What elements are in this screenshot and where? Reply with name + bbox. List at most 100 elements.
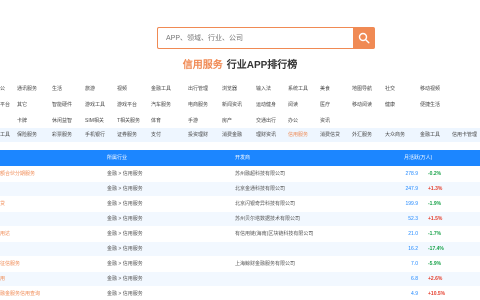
category-link[interactable]: 汽车服务 — [151, 98, 171, 112]
category-link[interactable]: 旅游 — [85, 82, 95, 96]
app-name[interactable]: 贷 — [0, 197, 5, 211]
app-name[interactable]: 用达 — [0, 227, 10, 241]
category-link[interactable]: 资讯 — [320, 114, 330, 128]
app-developer[interactable]: 有信用链(海南)区块链科技有限公司 — [235, 227, 313, 241]
category-link[interactable]: 休闲益智 — [52, 114, 72, 128]
category-link[interactable]: 消费信贷 — [320, 128, 340, 142]
monthly-active-value: 278.9 — [405, 171, 418, 177]
category-link[interactable]: 地图导航 — [352, 82, 372, 96]
app-category: 金融 > 信用服务 — [107, 261, 143, 267]
table-row[interactable]: 额合伙分期服务 金融 > 信用服务 苏州融超科技有限公司 278.9 -0.2% — [0, 167, 480, 181]
change-percent: +1.5% — [428, 216, 443, 222]
category-link[interactable]: 运动健身 — [256, 98, 276, 112]
category-link[interactable]: 金融工具 — [151, 82, 171, 96]
category-row: 平台 其它 智能硬件 游戏工具 游戏平台 汽车服务 电商服务 新闻资讯 运动健身 阅读 医疗 移动阅读… — [0, 98, 480, 112]
search-bar — [157, 27, 375, 49]
category-link[interactable]: 智能硬件 — [52, 98, 72, 112]
category-link[interactable]: 卡牌 — [17, 114, 27, 128]
header-category: 所属行业 — [107, 155, 128, 161]
category-link[interactable]: 交通出行 — [256, 114, 276, 128]
category-link[interactable]: 医疗 — [320, 98, 330, 112]
change-percent: +1.3% — [428, 186, 443, 192]
change-percent: -0.2% — [428, 171, 442, 177]
app-developer[interactable]: 苏州融超科技有限公司 — [235, 167, 285, 181]
category-link[interactable]: 大众商务 — [385, 128, 405, 142]
table-row[interactable]: 征信服务 金融 > 信用服务 上海鲸财金融服务有限公司 7.0 -5.9% — [0, 257, 480, 271]
category-link[interactable]: 金融工具 — [420, 128, 440, 142]
monthly-active-value: 52.3 — [408, 216, 418, 222]
app-developer[interactable]: 上海鲸财金融服务有限公司 — [235, 257, 295, 271]
app-developer[interactable]: 北京闪银奇异科技有限公司 — [235, 197, 295, 211]
category-link[interactable]: 工具 — [0, 128, 10, 142]
change-percent: -1.9% — [428, 201, 442, 207]
category-link[interactable]: 信用卡管理 — [452, 128, 477, 142]
app-developer[interactable]: 北京金通科技有限公司 — [235, 182, 285, 196]
table-row[interactable]: 融金服务信用查询 金融 > 信用服务 4.9 +10.5% — [0, 287, 480, 300]
category-link[interactable]: 信用服务 — [288, 128, 308, 142]
category-link[interactable]: 通讯服务 — [17, 82, 37, 96]
monthly-active-value: 4.9 — [411, 291, 418, 297]
app-name[interactable]: 用 — [0, 272, 5, 286]
category-link[interactable]: 外汇服务 — [352, 128, 372, 142]
category-link[interactable]: 支付 — [151, 128, 161, 142]
app-developer[interactable]: 苏州贝尔塔数据技术有限公司 — [235, 212, 300, 226]
monthly-active-value: 16.2 — [408, 246, 418, 252]
search-button[interactable] — [353, 27, 375, 49]
category-link[interactable]: 社交 — [385, 82, 395, 96]
category-link[interactable]: 手游 — [188, 114, 198, 128]
category-link[interactable]: 电商服务 — [188, 98, 208, 112]
table-row[interactable]: 金融 > 信用服务 北京金通科技有限公司 247.9 +1.3% — [0, 182, 480, 196]
page-title: 信用服务 行业APP排行榜 — [0, 56, 480, 71]
app-category: 金融 > 信用服务 — [107, 171, 143, 177]
category-link[interactable]: 美食 — [320, 82, 330, 96]
category-link[interactable]: 体育 — [151, 114, 161, 128]
category-link[interactable]: 彩票服务 — [52, 128, 72, 142]
category-link[interactable]: 输入法 — [256, 82, 271, 96]
table-row[interactable]: 用 金融 > 信用服务 6.8 +2.6% — [0, 272, 480, 286]
category-link[interactable]: 其它 — [17, 98, 27, 112]
category-link[interactable]: 新闻资讯 — [222, 98, 242, 112]
category-link[interactable]: 证券服务 — [117, 128, 137, 142]
change-percent: -5.9% — [428, 261, 442, 267]
category-link[interactable]: 移动视频 — [420, 82, 440, 96]
category-link[interactable]: 便捷生活 — [420, 98, 440, 112]
app-category: 金融 > 信用服务 — [107, 246, 143, 252]
table-row[interactable]: 金融 > 信用服务 16.2 -17.4% — [0, 242, 480, 256]
category-link[interactable]: 消费金融 — [222, 128, 242, 142]
category-link[interactable]: SIM相关 — [85, 114, 104, 128]
app-name[interactable]: 融金服务信用查询 — [0, 287, 40, 300]
category-link[interactable]: 理财资讯 — [256, 128, 276, 142]
category-link[interactable]: 游戏平台 — [117, 98, 137, 112]
category-link[interactable]: 阅读 — [288, 98, 298, 112]
monthly-active-value: 247.9 — [405, 186, 418, 192]
category-link[interactable]: 浏览器 — [222, 82, 237, 96]
category-link[interactable]: 保险服务 — [17, 128, 37, 142]
category-link[interactable]: 办公 — [288, 114, 298, 128]
category-link[interactable]: 游戏工具 — [85, 98, 105, 112]
category-link[interactable]: 公 — [0, 82, 5, 96]
app-category: 金融 > 信用服务 — [107, 186, 143, 192]
search-icon — [358, 32, 370, 44]
category-link[interactable]: 移动阅读 — [352, 98, 372, 112]
app-category: 金融 > 信用服务 — [107, 201, 143, 207]
category-link[interactable]: T相关服务 — [117, 114, 140, 128]
table-row[interactable]: 贷 金融 > 信用服务 北京闪银奇异科技有限公司 199.9 -1.9% — [0, 197, 480, 211]
category-link[interactable]: 出行管理 — [188, 82, 208, 96]
category-link[interactable]: 投资理财 — [188, 128, 208, 142]
monthly-active-value: 21.0 — [408, 231, 418, 237]
category-link[interactable]: 生活 — [52, 82, 62, 96]
app-name[interactable]: 征信服务 — [0, 257, 20, 271]
search-input[interactable] — [157, 27, 353, 49]
category-link[interactable]: 健康 — [385, 98, 395, 112]
category-link[interactable]: 视频 — [117, 82, 127, 96]
app-name[interactable]: 额合伙分期服务 — [0, 167, 35, 181]
category-link[interactable]: 房产 — [222, 114, 232, 128]
category-link[interactable]: 系统工具 — [288, 82, 308, 96]
change-percent: -17.4% — [428, 246, 444, 252]
page-title-text: 行业APP排行榜 — [226, 60, 298, 71]
table-row[interactable]: 金融 > 信用服务 苏州贝尔塔数据技术有限公司 52.3 +1.5% — [0, 212, 480, 226]
table-row[interactable]: 用达 金融 > 信用服务 有信用链(海南)区块链科技有限公司 21.0 -1.7% — [0, 227, 480, 241]
category-link[interactable]: 手机银行 — [85, 128, 105, 142]
app-category: 金融 > 信用服务 — [107, 231, 143, 237]
category-link[interactable]: 平台 — [0, 98, 10, 112]
